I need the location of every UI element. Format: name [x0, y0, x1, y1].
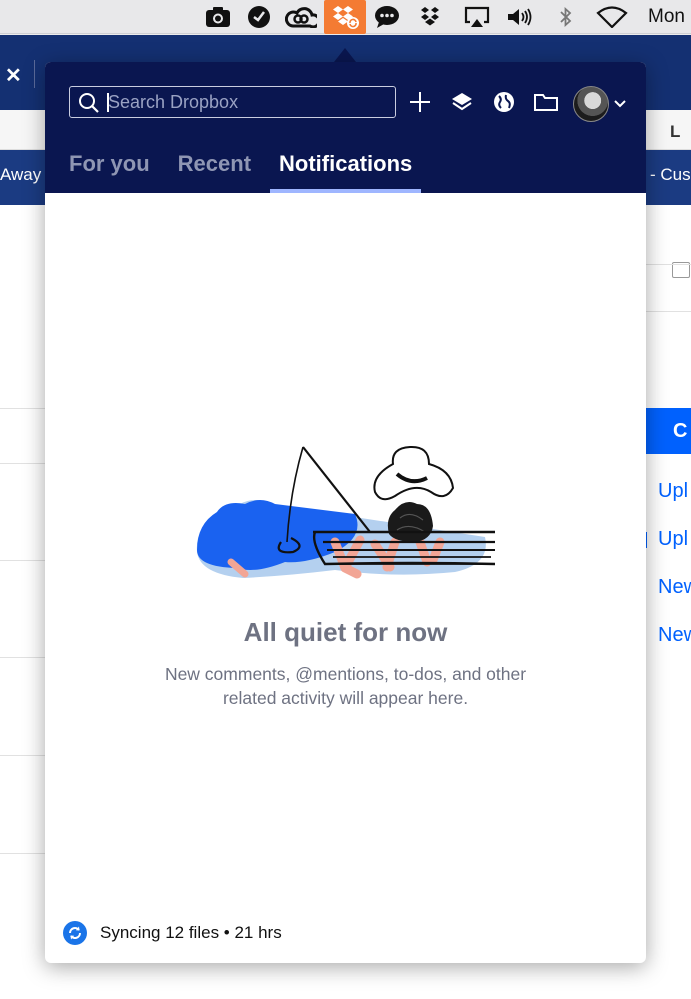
bluetooth-icon[interactable] [556, 4, 576, 30]
divider [0, 408, 46, 409]
creative-cloud-icon[interactable] [285, 4, 317, 30]
search-input[interactable] [108, 90, 388, 114]
empty-state-title: All quiet for now [243, 617, 448, 647]
fishing-boat-illustration [195, 392, 496, 587]
dropbox-layers-icon [451, 91, 473, 118]
open-folder-button[interactable] [531, 90, 561, 118]
divider [0, 560, 46, 561]
menubar-clock[interactable]: Mon [648, 6, 685, 28]
divider [0, 657, 46, 658]
divider [646, 264, 691, 265]
airplay-icon[interactable] [462, 4, 492, 30]
chevron-down-icon[interactable] [613, 96, 627, 114]
tab-recent[interactable]: Recent [178, 148, 251, 193]
search-box[interactable] [69, 86, 396, 118]
web-button[interactable] [489, 90, 519, 118]
messages-icon[interactable] [373, 4, 401, 30]
popover-header: For you Recent Notifications [45, 62, 646, 193]
background-tab-label[interactable]: L [670, 122, 680, 142]
sync-icon [63, 921, 87, 945]
background-link[interactable]: New [658, 624, 691, 647]
dropbox-layers-button[interactable] [447, 90, 477, 118]
dropbox-outline-icon[interactable] [418, 4, 442, 30]
avatar[interactable] [573, 86, 609, 122]
sync-status[interactable]: Syncing 12 files • 21 hrs [63, 920, 282, 946]
camera-icon[interactable] [204, 4, 232, 30]
background-link[interactable]: Upl [658, 528, 688, 551]
tab-notifications[interactable]: Notifications [270, 148, 422, 193]
popover-caret [334, 48, 356, 62]
checkmark-circle-icon[interactable] [246, 4, 272, 30]
add-button[interactable] [405, 90, 435, 118]
empty-state-description: New comments, @mentions, to-dos, and oth… [164, 664, 527, 708]
volume-icon[interactable] [506, 4, 534, 30]
background-primary-button[interactable]: C [646, 408, 691, 454]
divider [0, 755, 46, 756]
add-icon [409, 91, 431, 118]
popover-tabs: For you Recent Notifications [69, 148, 449, 193]
background-link[interactable]: Upl [658, 480, 688, 503]
close-icon[interactable]: ✕ [5, 63, 22, 88]
background-banner-left-text: Away | [0, 165, 51, 184]
divider [0, 853, 46, 854]
dropbox-popover: For you Recent Notifications [45, 62, 646, 963]
divider [646, 311, 691, 312]
divider [0, 463, 46, 464]
titlebar-divider [34, 60, 35, 88]
wifi-icon[interactable] [595, 4, 629, 30]
dropbox-syncing-icon[interactable] [324, 0, 366, 34]
folder-icon [533, 92, 559, 117]
background-banner-right-text: - Cus [650, 165, 691, 184]
tab-for-you[interactable]: For you [69, 148, 150, 193]
globe-icon [493, 91, 515, 118]
background-link[interactable]: New [658, 576, 691, 599]
sync-status-text: Syncing 12 files • 21 hrs [100, 923, 282, 942]
menu-bar: Mon [0, 0, 691, 34]
search-icon [78, 92, 100, 119]
